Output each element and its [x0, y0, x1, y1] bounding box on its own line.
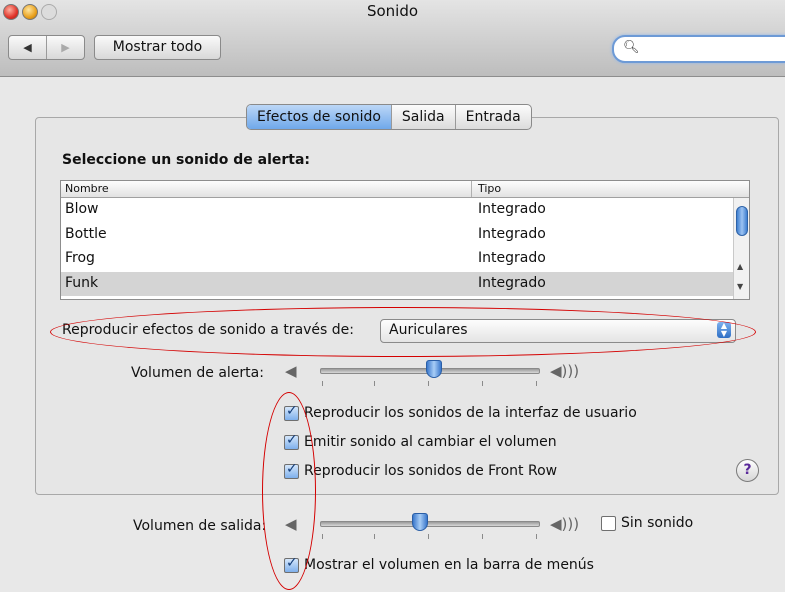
table-row[interactable]: Bottle Integrado [61, 223, 749, 248]
slider-knob[interactable] [412, 513, 428, 531]
scroll-down-arrow-icon[interactable]: ▼ [737, 282, 743, 291]
column-divider [471, 181, 472, 197]
search-field[interactable]: 🔍︎ [612, 35, 785, 63]
row-type: Integrado [478, 274, 546, 291]
output-volume-slider[interactable] [320, 513, 540, 539]
tab-output[interactable]: Salida [390, 105, 455, 129]
nav-buttons: ◀ ▶ [8, 35, 85, 60]
row-type: Integrado [478, 225, 546, 242]
speaker-high-icon: ◀))) [550, 515, 580, 533]
window-toolbar: Sonido ◀ ▶ Mostrar todo 🔍︎ [0, 0, 785, 77]
speaker-low-icon: ◀ [285, 362, 297, 380]
table-row[interactable]: Frog Integrado [61, 247, 749, 272]
scroll-up-arrow-icon[interactable]: ▲ [737, 262, 743, 271]
window-title: Sonido [366, 2, 419, 20]
table-header: Nombre Tipo [61, 181, 749, 198]
row-name: Frog [65, 250, 95, 266]
slider-tick [428, 534, 429, 539]
mute-label: Sin sonido [621, 515, 694, 531]
alert-sounds-table: Nombre Tipo Blow Integrado Bottle Integr… [60, 180, 750, 300]
slider-tick [322, 534, 323, 539]
help-button[interactable]: ? [736, 459, 759, 482]
column-header-name[interactable]: Nombre [65, 182, 109, 195]
alert-sound-heading: Seleccione un sonido de alerta: [62, 152, 311, 168]
column-header-type[interactable]: Tipo [478, 182, 501, 195]
alert-volume-label: Volumen de alerta: [131, 365, 264, 381]
front-row-sounds-label: Reproducir los sonidos de Front Row [304, 463, 558, 479]
mute-checkbox[interactable] [601, 516, 616, 531]
menubar-volume-label: Mostrar el volumen en la barra de menús [304, 557, 594, 573]
slider-tick [536, 381, 537, 386]
ui-sounds-label: Reproducir los sonidos de la interfaz de… [304, 405, 637, 421]
slider-tick [482, 381, 483, 386]
output-volume-label: Volumen de salida: [133, 518, 267, 534]
tab-sound-effects[interactable]: Efectos de sonido [247, 105, 391, 129]
slider-tick [374, 534, 375, 539]
magnifier-icon: 🔍︎ [623, 40, 640, 55]
forward-arrow-icon[interactable]: ▶ [47, 36, 84, 59]
row-name: Funk [65, 274, 99, 291]
row-type: Integrado [478, 250, 546, 266]
back-arrow-icon[interactable]: ◀ [9, 36, 47, 59]
slider-tick [482, 534, 483, 539]
volume-feedback-label: Emitir sonido al cambiar el volumen [304, 434, 557, 450]
row-name: Blow [65, 201, 99, 217]
show-all-button[interactable]: Mostrar todo [94, 35, 221, 60]
slider-tick [428, 381, 429, 386]
tab-input[interactable]: Entrada [454, 105, 531, 129]
annotation-oval [50, 307, 756, 357]
slider-tick [322, 381, 323, 386]
speaker-high-icon: ◀))) [550, 362, 580, 380]
slider-knob[interactable] [426, 360, 442, 378]
slider-tick [536, 534, 537, 539]
tab-bar: Efectos de sonido Salida Entrada [246, 104, 532, 130]
slider-track [320, 521, 540, 527]
table-row-selected[interactable]: Funk Integrado [61, 271, 749, 296]
alert-volume-slider[interactable] [320, 360, 540, 386]
table-row[interactable]: Blow Integrado [61, 198, 749, 223]
row-name: Bottle [65, 225, 107, 242]
annotation-oval [262, 392, 316, 590]
scroll-thumb[interactable] [736, 206, 748, 236]
slider-tick [374, 381, 375, 386]
vertical-scrollbar[interactable]: ▲ ▼ [733, 198, 749, 299]
row-type: Integrado [478, 201, 546, 217]
